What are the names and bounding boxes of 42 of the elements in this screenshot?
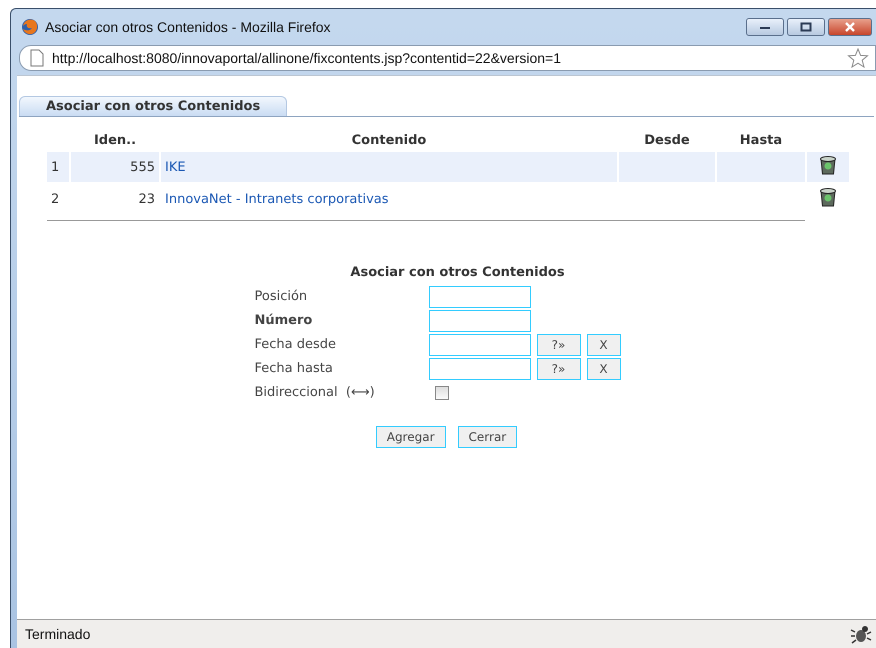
date-picker-button[interactable]: ?» bbox=[536, 334, 580, 356]
column-header: Desde bbox=[643, 132, 691, 150]
content-link[interactable]: IKE bbox=[165, 160, 186, 174]
form-button[interactable]: Cerrar bbox=[458, 426, 518, 448]
column-header: Contenido bbox=[350, 132, 428, 150]
form-button[interactable]: Agregar bbox=[376, 426, 446, 448]
firefox-logo-icon bbox=[21, 18, 39, 36]
column-header: Iden.. bbox=[92, 132, 138, 150]
page-icon bbox=[30, 49, 44, 67]
bug-icon[interactable] bbox=[850, 623, 872, 645]
status-text: Terminado bbox=[25, 626, 92, 642]
close-button[interactable] bbox=[828, 18, 872, 36]
date-field[interactable] bbox=[428, 334, 530, 356]
row-number: 1 bbox=[47, 152, 69, 182]
field-label: Fecha hasta bbox=[254, 360, 334, 378]
content-link[interactable]: InnovaNet - Intranets corporativas bbox=[165, 192, 389, 206]
window-title: Asociar con otros Contenidos - Mozilla Firefox bbox=[45, 19, 332, 35]
table-cell-text: 23 bbox=[137, 190, 156, 208]
field-label: Fecha desde bbox=[254, 336, 338, 354]
input-field[interactable] bbox=[428, 286, 530, 308]
minimize-button[interactable] bbox=[746, 18, 784, 36]
close-icon bbox=[844, 22, 856, 32]
checkbox[interactable] bbox=[434, 386, 448, 400]
trash-bin-icon[interactable] bbox=[819, 187, 837, 207]
clear-button[interactable]: X bbox=[586, 334, 620, 356]
maximize-icon bbox=[800, 22, 812, 32]
input-field[interactable] bbox=[428, 310, 530, 332]
clear-button[interactable]: X bbox=[586, 358, 620, 380]
field-label: Número bbox=[254, 312, 314, 330]
minimize-icon bbox=[759, 24, 771, 30]
field-label: Posición bbox=[254, 288, 308, 306]
date-picker-button[interactable]: ?» bbox=[536, 358, 580, 380]
date-field[interactable] bbox=[428, 358, 530, 380]
maximize-button[interactable] bbox=[787, 18, 825, 36]
star-icon[interactable] bbox=[847, 48, 869, 68]
form-title: Asociar con otros Contenidos bbox=[350, 265, 565, 280]
field-label: Bidireccional (⟷) bbox=[254, 384, 376, 402]
column-header: Hasta bbox=[738, 132, 784, 150]
trash-bin-icon[interactable] bbox=[819, 155, 837, 175]
tab[interactable]: Asociar con otros Contenidos bbox=[19, 96, 288, 116]
table-cell: 555 bbox=[71, 152, 159, 182]
row-number: 2 bbox=[50, 190, 60, 208]
